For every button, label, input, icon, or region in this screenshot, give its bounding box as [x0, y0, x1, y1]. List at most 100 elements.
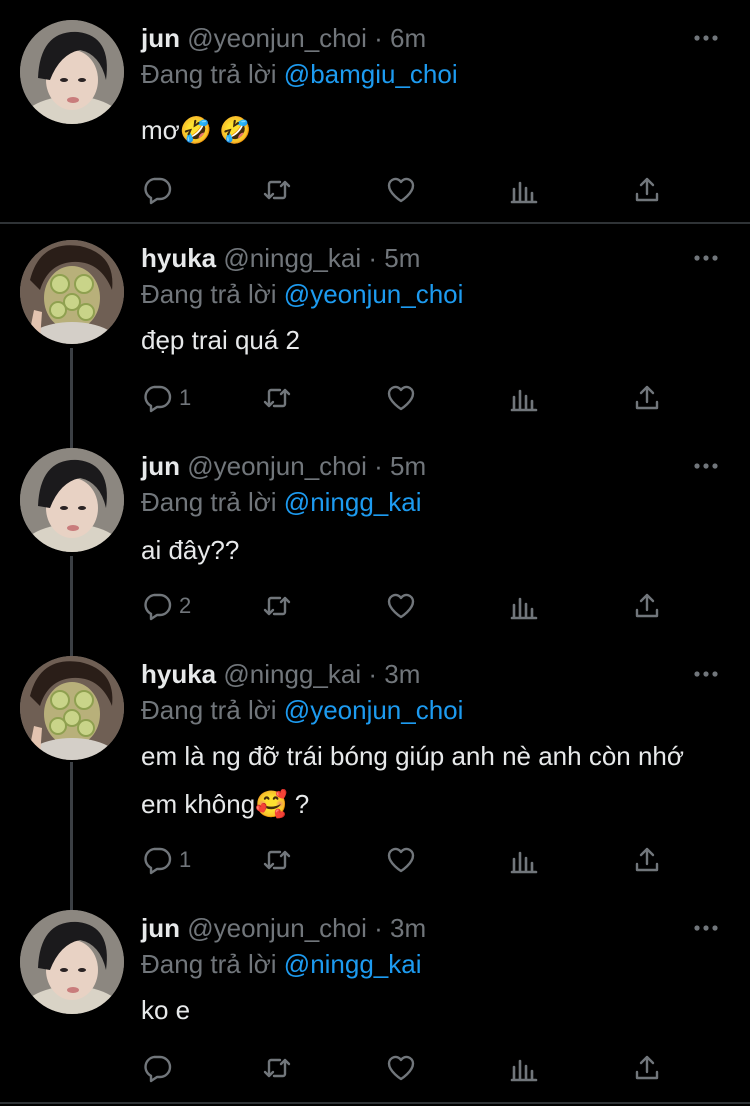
avatar[interactable]	[20, 20, 124, 124]
reply-button[interactable]: 2	[141, 588, 191, 624]
avatar[interactable]	[20, 910, 124, 1014]
like-button[interactable]	[385, 1050, 417, 1086]
avatar[interactable]	[20, 240, 124, 344]
reply-button[interactable]: 1	[141, 842, 191, 878]
analytics-icon	[510, 1059, 538, 1082]
timestamp[interactable]: 3m	[384, 659, 420, 689]
user-handle[interactable]: @yeonjun_choi	[187, 23, 367, 53]
analytics-icon	[510, 597, 538, 620]
more-icon[interactable]	[692, 28, 720, 48]
analytics-button[interactable]	[508, 380, 540, 416]
avatar[interactable]	[20, 448, 124, 552]
tweet-header: hyuka @ningg_kai · 3m	[141, 656, 420, 692]
like-button[interactable]	[385, 842, 417, 878]
tweet[interactable]: jun @yeonjun_choi · 6m Đang trả lời @bam…	[0, 20, 750, 220]
tweet[interactable]: jun @yeonjun_choi · 3m Đang trả lời @nin…	[0, 910, 750, 1100]
tweet-actions: 1	[141, 842, 701, 878]
tweet-actions: 1	[141, 380, 701, 416]
replying-to-mention[interactable]: @ningg_kai	[284, 487, 422, 517]
like-icon	[387, 1055, 415, 1081]
replying-to-label: Đang trả lời	[141, 59, 277, 89]
tweet[interactable]: hyuka @ningg_kai · 3m Đang trả lời @yeon…	[0, 656, 750, 896]
share-icon	[635, 385, 659, 410]
timestamp[interactable]: 6m	[390, 23, 426, 53]
like-icon	[387, 177, 415, 203]
like-button[interactable]	[385, 172, 417, 208]
share-button[interactable]	[631, 1050, 663, 1086]
avatar[interactable]	[20, 656, 124, 760]
tweet-header: jun @yeonjun_choi · 3m	[141, 910, 426, 946]
analytics-button[interactable]	[508, 588, 540, 624]
tweet-text: em là ng đỡ trái bóng giúp anh nè anh cò…	[141, 741, 684, 819]
reply-icon	[144, 847, 172, 875]
share-button[interactable]	[631, 380, 663, 416]
reply-button[interactable]	[141, 1050, 179, 1086]
tweet-text: đẹp trai quá 2	[141, 325, 301, 355]
replying-to-mention[interactable]: @yeonjun_choi	[284, 279, 464, 309]
tweet[interactable]: hyuka @ningg_kai · 5m Đang trả lời @yeon…	[0, 240, 750, 440]
user-handle[interactable]: @ningg_kai	[223, 243, 361, 273]
replying-to-mention[interactable]: @yeonjun_choi	[284, 695, 464, 725]
analytics-button[interactable]	[508, 842, 540, 878]
avatar-jun-image	[20, 20, 124, 124]
like-button[interactable]	[385, 588, 417, 624]
tweet-header: jun @yeonjun_choi · 6m	[141, 20, 426, 56]
tweet-text: mơ🤣 🤣	[141, 115, 252, 145]
timestamp[interactable]: 5m	[384, 243, 420, 273]
retweet-button[interactable]	[261, 1050, 293, 1086]
analytics-icon	[510, 181, 538, 204]
display-name[interactable]: jun	[141, 451, 180, 481]
replying-to-mention[interactable]: @ningg_kai	[284, 949, 422, 979]
more-icon[interactable]	[692, 248, 720, 268]
retweet-icon	[263, 1058, 291, 1078]
tweet-divider	[0, 222, 750, 224]
retweet-button[interactable]	[261, 588, 293, 624]
replying-to-label: Đang trả lời	[141, 279, 277, 309]
analytics-icon	[510, 851, 538, 874]
tweet-actions	[141, 172, 701, 208]
more-icon[interactable]	[692, 456, 720, 476]
avatar-jun-image	[20, 448, 124, 552]
reply-icon	[144, 177, 172, 205]
like-button[interactable]	[385, 380, 417, 416]
analytics-button[interactable]	[508, 1050, 540, 1086]
replying-to-label: Đang trả lời	[141, 949, 277, 979]
analytics-button[interactable]	[508, 172, 540, 208]
more-icon[interactable]	[692, 918, 720, 938]
separator: ·	[374, 23, 383, 53]
display-name[interactable]: jun	[141, 23, 180, 53]
separator: ·	[374, 451, 383, 481]
replying-to: Đang trả lời @yeonjun_choi	[141, 692, 463, 728]
display-name[interactable]: hyuka	[141, 243, 216, 273]
like-icon	[387, 847, 415, 873]
timestamp[interactable]: 5m	[390, 451, 426, 481]
share-icon	[635, 847, 659, 872]
reply-button[interactable]: 1	[141, 380, 191, 416]
user-handle[interactable]: @yeonjun_choi	[187, 451, 367, 481]
retweet-button[interactable]	[261, 172, 293, 208]
share-button[interactable]	[631, 172, 663, 208]
display-name[interactable]: jun	[141, 913, 180, 943]
tweet[interactable]: jun @yeonjun_choi · 5m Đang trả lời @nin…	[0, 448, 750, 648]
reply-button[interactable]	[141, 172, 179, 208]
reply-icon	[144, 1055, 172, 1083]
avatar-hyuka-image	[20, 656, 124, 760]
more-icon[interactable]	[692, 664, 720, 684]
reply-count: 2	[179, 593, 192, 618]
tweet-actions: 2	[141, 588, 701, 624]
replying-to-label: Đang trả lời	[141, 487, 277, 517]
tweet-divider	[0, 1102, 750, 1104]
retweet-icon	[263, 850, 291, 870]
reply-icon	[144, 593, 172, 621]
retweet-button[interactable]	[261, 380, 293, 416]
share-button[interactable]	[631, 842, 663, 878]
display-name[interactable]: hyuka	[141, 659, 216, 689]
timestamp[interactable]: 3m	[390, 913, 426, 943]
like-icon	[387, 385, 415, 411]
user-handle[interactable]: @yeonjun_choi	[187, 913, 367, 943]
replying-to-mention[interactable]: @bamgiu_choi	[284, 59, 458, 89]
share-button[interactable]	[631, 588, 663, 624]
separator: ·	[368, 659, 378, 689]
retweet-button[interactable]	[261, 842, 293, 878]
user-handle[interactable]: @ningg_kai	[223, 659, 361, 689]
